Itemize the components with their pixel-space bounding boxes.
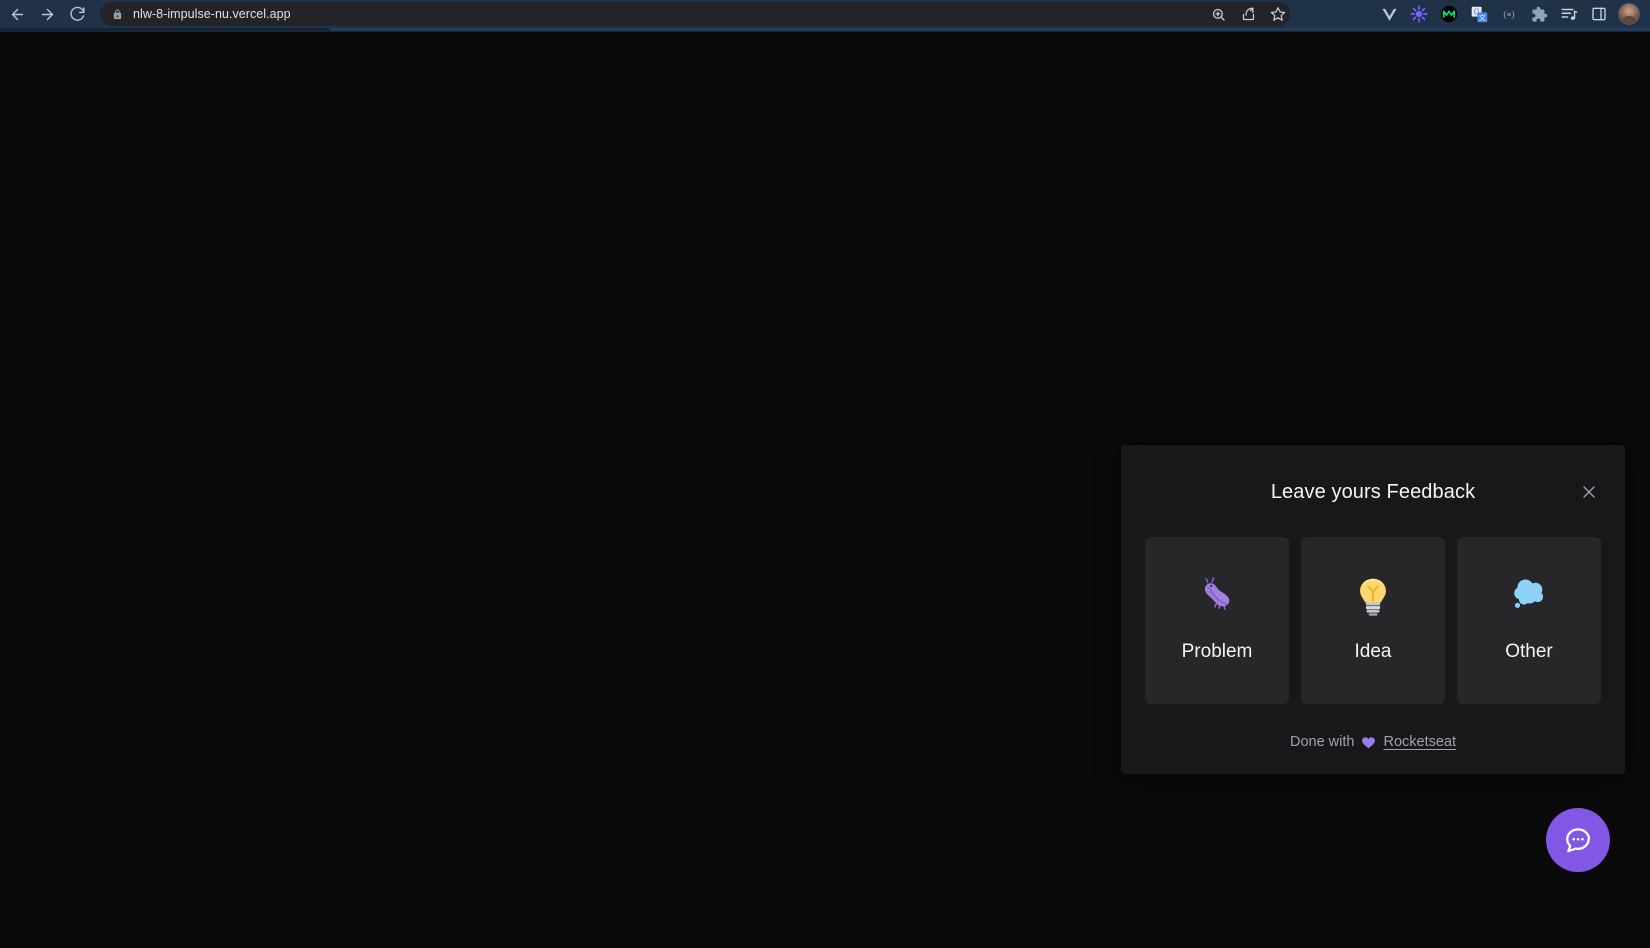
svg-text:文: 文 [1478,13,1485,22]
browser-toolbar: nlw-8-impulse-nu.vercel.app G 文 {≡} [0,0,1650,28]
vuejs-devtools-icon[interactable] [1378,3,1400,25]
bookmark-star-icon[interactable] [1266,2,1290,26]
share-icon[interactable] [1236,2,1260,26]
chrome-tab-strip-line [330,28,1650,31]
navigation-buttons [2,0,92,28]
back-button[interactable] [2,0,32,28]
react-devtools-icon[interactable] [1408,3,1430,25]
forward-button[interactable] [32,0,62,28]
arrow-left-icon [11,8,23,20]
thought-balloon-emoji-icon [1506,573,1552,619]
svg-text:{≡}: {≡} [1503,12,1516,20]
extension-icons: G 文 {≡} [1378,0,1646,28]
feedback-option-problem[interactable]: Problem [1145,537,1289,704]
feedback-type-options: Problem Idea Other [1121,513,1625,704]
feedback-option-idea[interactable]: Idea [1301,537,1445,704]
omnibox-actions [1206,0,1290,28]
close-button[interactable] [1575,478,1603,506]
footer-prefix-text: Done with [1289,734,1355,750]
lock-icon [112,8,123,21]
arrow-right-icon [41,8,53,20]
rocketseat-link[interactable]: Rocketseat [1383,734,1456,750]
feedback-option-label: Other [1505,640,1553,662]
bug-emoji-icon [1194,573,1240,619]
zoom-icon[interactable] [1206,2,1230,26]
reload-icon [69,6,85,21]
reading-list-icon[interactable] [1558,3,1580,25]
json-viewer-icon[interactable]: {≡} [1498,3,1520,25]
feedback-panel-header: Leave yours Feedback [1121,471,1625,513]
side-panel-icon[interactable] [1588,3,1610,25]
google-translate-icon[interactable]: G 文 [1468,3,1490,25]
reload-button[interactable] [62,0,92,28]
feedback-option-label: Problem [1181,640,1253,662]
extensions-puzzle-icon[interactable] [1528,3,1550,25]
purple-heart-icon [1361,735,1376,750]
metamask-icon[interactable] [1438,3,1460,25]
url-text: nlw-8-impulse-nu.vercel.app [133,7,291,21]
feedback-fab-button[interactable] [1546,808,1610,872]
feedback-widget-panel: Leave yours Feedback Problem Idea Other … [1121,445,1625,774]
close-icon [1583,486,1595,498]
feedback-option-label: Idea [1354,640,1392,662]
address-bar[interactable]: nlw-8-impulse-nu.vercel.app [100,2,1290,26]
feedback-option-other[interactable]: Other [1457,537,1601,704]
page-title: Leave yours Feedback [1270,480,1476,503]
profile-avatar[interactable] [1618,3,1640,25]
lightbulb-emoji-icon [1350,573,1396,619]
chat-bubble-dots-icon [1566,828,1591,853]
feedback-panel-footer: Done with Rocketseat [1121,704,1625,774]
page-content: Leave yours Feedback Problem Idea Other … [0,34,1650,948]
